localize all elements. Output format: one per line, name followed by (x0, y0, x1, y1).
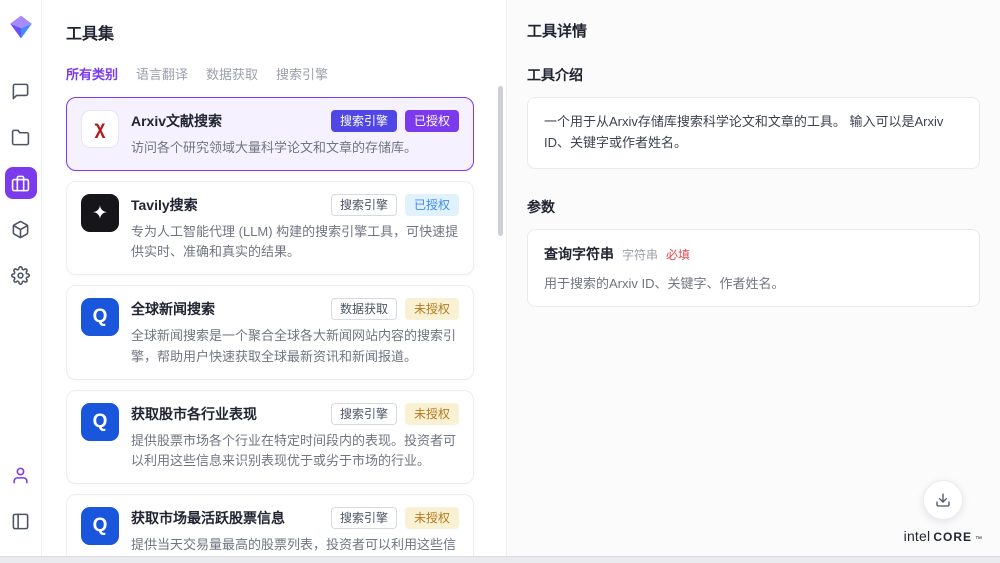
tool-description: 访问各个研究领域大量科学论文和文章的存储库。 (131, 138, 459, 158)
active-stocks-icon: Q (81, 507, 119, 545)
intro-heading: 工具介绍 (527, 65, 980, 85)
category-badge: 搜索引擎 (331, 194, 397, 216)
tab-0[interactable]: 所有类别 (66, 64, 118, 83)
floating-actions: intel CORE ™ (904, 480, 982, 544)
download-button[interactable] (923, 480, 963, 520)
tool-description: 提供当天交易量最高的股票列表，投资者可以利用这些信息来识别流动性强的股票和潜在的… (131, 535, 459, 556)
settings-gear-icon (11, 266, 30, 285)
tool-description: 全球新闻搜索是一个聚合全球各大新闻网站内容的搜索引擎，帮助用户快速获取全球最新资… (131, 326, 459, 366)
tool-detail-panel: 工具详情 工具介绍 一个用于从Arxiv存储库搜索科学论文和文章的工具。 输入可… (506, 0, 1000, 556)
tool-name: Arxiv文献搜索 (131, 110, 323, 131)
download-icon (935, 492, 951, 508)
intro-card: 一个用于从Arxiv存储库搜索科学论文和文章的工具。 输入可以是Arxiv ID… (527, 97, 980, 169)
tool-list: χ Arxiv文献搜索 搜索引擎 已授权 访问各个研究领域大量科学论文和文章的存… (66, 97, 482, 556)
arxiv-icon: χ (81, 110, 119, 148)
folder-icon (11, 128, 30, 147)
sidebar-item-settings[interactable] (5, 259, 37, 291)
trademark-symbol: ™ (975, 536, 982, 543)
param-required-badge: 必填 (666, 246, 690, 263)
panel-title: 工具集 (66, 20, 482, 44)
tab-2[interactable]: 数据获取 (206, 64, 258, 83)
param-card: 查询字符串 字符串 必填 用于搜索的Arxiv ID、关键字、作者姓名。 (527, 229, 980, 307)
sidebar (0, 0, 42, 556)
user-icon (11, 466, 30, 485)
tool-card[interactable]: Q 全球新闻搜索 数据获取 未授权 全球新闻搜索是一个聚合全球各大新闻网站内容的… (66, 285, 474, 379)
sidebar-item-tools[interactable] (5, 167, 37, 199)
sidebar-item-files[interactable] (5, 121, 37, 153)
auth-status-badge: 未授权 (405, 403, 459, 425)
app-window: 工具集 所有类别语言翻译数据获取搜索引擎 χ Arxiv文献搜索 搜索引擎 已授… (0, 0, 1000, 557)
param-type: 字符串 (622, 246, 658, 263)
category-badge: 数据获取 (331, 298, 397, 320)
core-wordmark: CORE (933, 530, 972, 544)
tool-card[interactable]: Q 获取股市各行业表现 搜索引擎 未授权 提供股票市场各个行业在特定时间段内的表… (66, 390, 474, 484)
tool-name: 获取市场最活跃股票信息 (131, 507, 323, 528)
app-logo-icon (8, 14, 34, 40)
tool-card[interactable]: ✦ Tavily搜索 搜索引擎 已授权 专为人工智能代理 (LLM) 构建的搜索… (66, 181, 474, 275)
tool-name: 全球新闻搜索 (131, 298, 323, 319)
tool-name: Tavily搜索 (131, 194, 323, 215)
tool-card[interactable]: Q 获取市场最活跃股票信息 搜索引擎 未授权 提供当天交易量最高的股票列表，投资… (66, 494, 474, 556)
auth-status-badge: 已授权 (405, 110, 459, 132)
auth-status-badge: 未授权 (405, 507, 459, 529)
scrollbar-thumb[interactable] (498, 86, 503, 236)
tab-3[interactable]: 搜索引擎 (276, 64, 328, 83)
intro-text: 一个用于从Arxiv存储库搜索科学论文和文章的工具。 输入可以是Arxiv ID… (544, 114, 943, 150)
auth-status-badge: 未授权 (405, 298, 459, 320)
param-name: 查询字符串 (544, 244, 614, 264)
param-description: 用于搜索的Arxiv ID、关键字、作者姓名。 (544, 273, 963, 292)
tavily-icon: ✦ (81, 194, 119, 232)
package-icon (11, 220, 30, 239)
stock-sector-icon: Q (81, 403, 119, 441)
sidebar-item-user[interactable] (5, 459, 37, 491)
intel-core-logo: intel CORE ™ (904, 528, 982, 544)
tool-list-panel: 工具集 所有类别语言翻译数据获取搜索引擎 χ Arxiv文献搜索 搜索引擎 已授… (42, 0, 506, 556)
sidebar-item-plugins[interactable] (5, 213, 37, 245)
detail-title: 工具详情 (527, 20, 980, 41)
params-heading: 参数 (527, 197, 980, 217)
toolbox-icon (11, 174, 30, 193)
intel-wordmark: intel (904, 528, 931, 544)
tool-card[interactable]: χ Arxiv文献搜索 搜索引擎 已授权 访问各个研究领域大量科学论文和文章的存… (66, 97, 474, 171)
global-news-icon: Q (81, 298, 119, 336)
category-tabs: 所有类别语言翻译数据获取搜索引擎 (66, 64, 482, 83)
chat-icon (11, 82, 30, 101)
tool-name: 获取股市各行业表现 (131, 403, 323, 424)
panel-toggle-icon (11, 512, 30, 531)
category-badge: 搜索引擎 (331, 403, 397, 425)
auth-status-badge: 已授权 (405, 194, 459, 216)
sidebar-item-chat[interactable] (5, 75, 37, 107)
category-badge: 搜索引擎 (331, 507, 397, 529)
tool-description: 专为人工智能代理 (LLM) 构建的搜索引擎工具，可快速提供实时、准确和真实的结… (131, 222, 459, 262)
category-badge: 搜索引擎 (331, 110, 397, 132)
tool-description: 提供股票市场各个行业在特定时间段内的表现。投资者可以利用这些信息来识别表现优于或… (131, 431, 459, 471)
tab-1[interactable]: 语言翻译 (136, 64, 188, 83)
sidebar-item-panel-toggle[interactable] (5, 505, 37, 537)
